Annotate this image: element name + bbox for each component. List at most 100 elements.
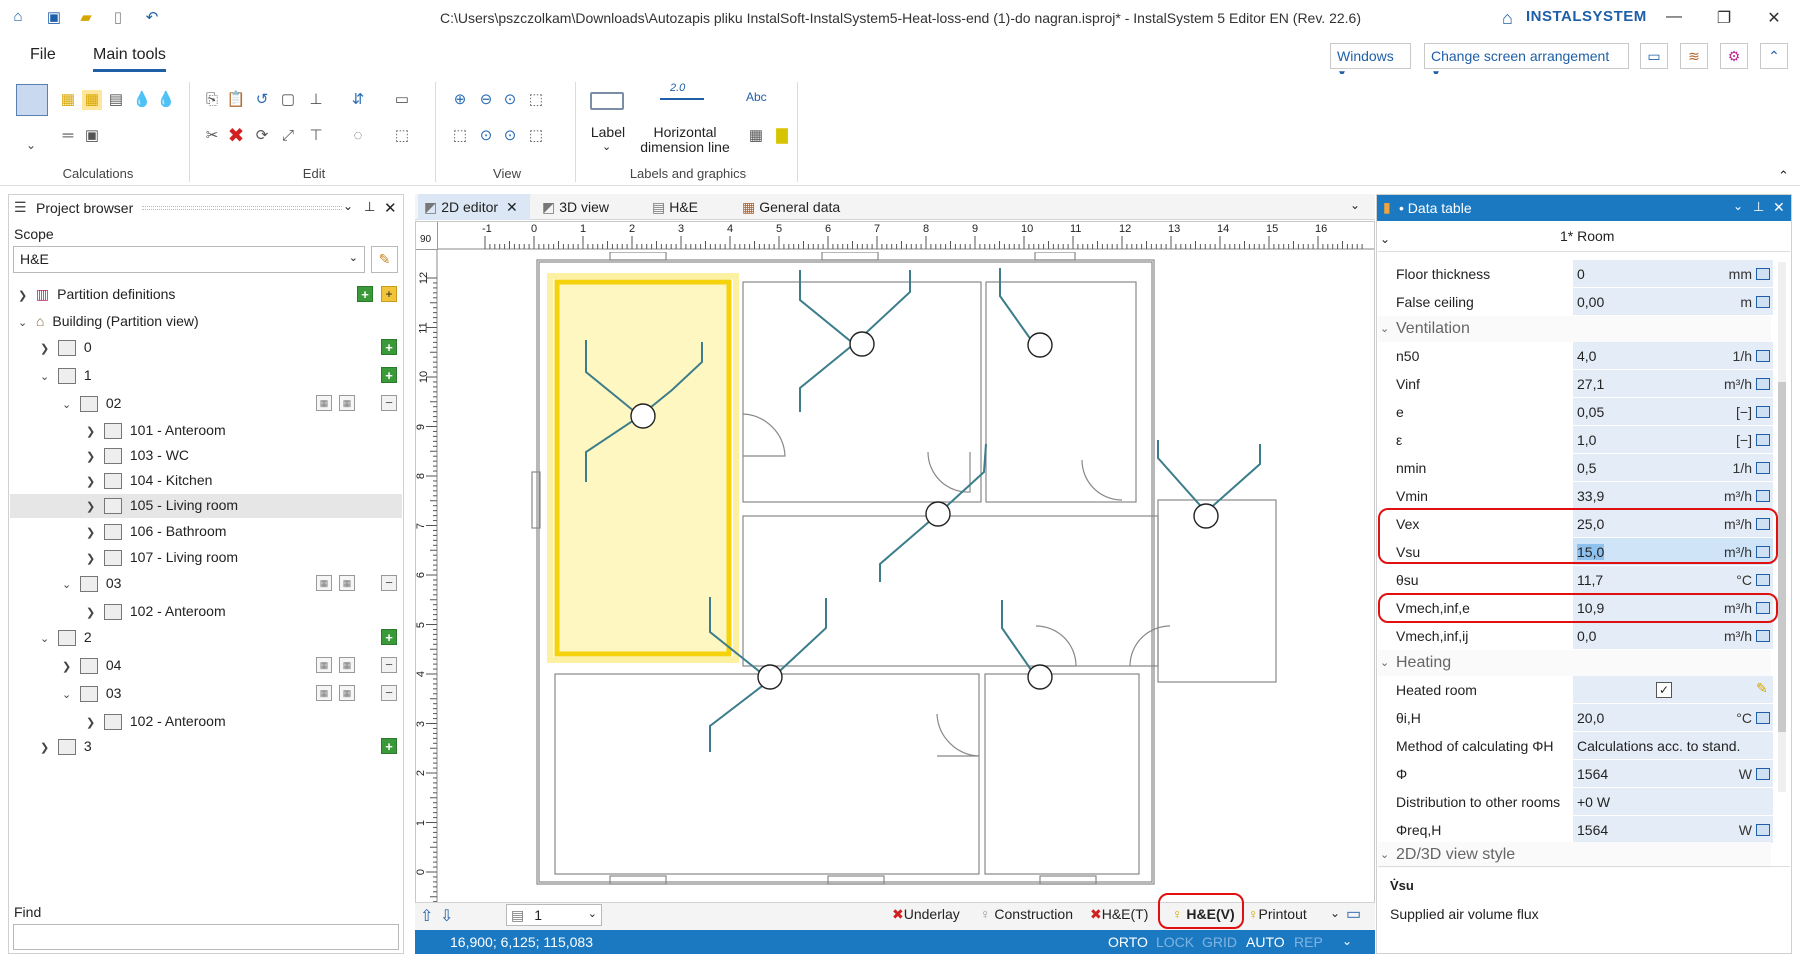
- zoom-all-icon[interactable]: ⊙: [500, 126, 520, 146]
- pin-icon[interactable]: ⊥: [1753, 199, 1764, 215]
- chevron-down-icon[interactable]: ⌄: [1330, 906, 1340, 920]
- horizontal-dimension-icon[interactable]: [660, 98, 704, 100]
- tree-item-partition-definitions[interactable]: ❯ ▥ Partition definitions: [18, 283, 175, 305]
- close-tab-icon[interactable]: ✕: [506, 199, 518, 215]
- equal-icon[interactable]: ═: [58, 126, 78, 146]
- frame-icon[interactable]: ▢: [278, 90, 298, 110]
- level-down-icon[interactable]: ⇩: [440, 906, 453, 926]
- chevron-down-icon[interactable]: ⌄: [1733, 199, 1743, 213]
- table-icon[interactable]: ▦: [746, 126, 766, 146]
- flat-settings-icon[interactable]: ▦: [339, 395, 355, 411]
- calc-icon[interactable]: [1756, 434, 1770, 446]
- app-icon[interactable]: ⌂: [8, 8, 28, 28]
- label-button[interactable]: Label: [584, 124, 632, 140]
- drop-icon[interactable]: 💧: [132, 90, 152, 110]
- add-icon[interactable]: +: [381, 738, 397, 754]
- section-heating[interactable]: ⌄ Heating: [1378, 650, 1771, 676]
- add-icon[interactable]: +: [381, 629, 397, 645]
- mode-orto[interactable]: ORTO: [1108, 934, 1148, 950]
- tree-item-flat[interactable]: ❯ 04: [62, 654, 121, 676]
- layer-underlay[interactable]: ✖Underlay: [892, 906, 960, 923]
- level-select[interactable]: ▤ 1 ⌄: [506, 904, 602, 926]
- tree-item-room-selected[interactable]: ❯ 105 - Living room: [86, 494, 238, 516]
- delete-icon[interactable]: ✖: [226, 126, 246, 146]
- add-icon[interactable]: +: [381, 367, 397, 383]
- tree-item-flat[interactable]: ⌄ 03: [62, 682, 121, 704]
- close-icon[interactable]: ✕: [384, 199, 397, 217]
- change-arrangement-dropdown[interactable]: Change screen arrangement ▼: [1424, 43, 1629, 80]
- chevron-down-icon[interactable]: ⌄: [1342, 934, 1352, 948]
- layer-construction[interactable]: ♀ Construction: [980, 906, 1073, 922]
- zoom-previous-icon[interactable]: ⊙: [476, 126, 496, 146]
- flat-options-icon[interactable]: ▦: [316, 657, 332, 673]
- chevron-down-icon[interactable]: ⌄: [26, 138, 36, 152]
- paste-icon[interactable]: 📋: [226, 90, 246, 110]
- tree-item-level[interactable]: ❯ 3: [40, 735, 92, 757]
- pan-icon[interactable]: ⬚: [526, 126, 546, 146]
- add-icon[interactable]: +: [381, 339, 397, 355]
- tree-item-room[interactable]: ❯ 103 - WC: [86, 444, 189, 466]
- restore-icon[interactable]: ❐: [1714, 8, 1734, 28]
- chevron-down-icon[interactable]: ⌄: [1350, 198, 1360, 212]
- section-view-style[interactable]: ⌄ 2D/3D view style: [1378, 842, 1771, 868]
- minimize-icon[interactable]: —: [1664, 8, 1684, 26]
- align-bottom-icon[interactable]: ⊤: [306, 126, 326, 146]
- section-ventilation[interactable]: ⌄ Ventilation: [1378, 316, 1771, 342]
- drop-icon[interactable]: 💧: [156, 90, 176, 110]
- heated-room-checkbox[interactable]: ✓: [1656, 682, 1672, 698]
- remove-icon[interactable]: −: [381, 395, 397, 411]
- select-icon[interactable]: ⬚: [392, 126, 412, 146]
- mode-auto[interactable]: AUTO: [1246, 934, 1285, 950]
- zoom-out-icon[interactable]: ⊖: [476, 90, 496, 110]
- drag-grip[interactable]: [142, 206, 342, 210]
- zoom-window-icon[interactable]: ⬚: [526, 90, 546, 110]
- align-icon[interactable]: ⊥: [306, 90, 326, 110]
- undo-icon[interactable]: ↶: [142, 8, 162, 28]
- tree-item-flat[interactable]: ⌄ 03: [62, 572, 121, 594]
- remove-icon[interactable]: −: [381, 575, 397, 591]
- zoom-selection-icon[interactable]: ⬚: [450, 126, 470, 146]
- mode-grid[interactable]: GRID: [1202, 934, 1237, 950]
- calc-icon[interactable]: [1756, 378, 1770, 390]
- new-file-icon[interactable]: ▯: [108, 8, 128, 28]
- copy-icon[interactable]: ⎘: [202, 90, 222, 110]
- tree-item-level[interactable]: ⌄ 1: [40, 364, 92, 386]
- edit-scope-pencil-icon[interactable]: ✎: [371, 246, 398, 273]
- tree-item-level[interactable]: ❯ 0: [40, 336, 92, 358]
- flat-options-icon[interactable]: ▦: [316, 685, 332, 701]
- prop-value-cell[interactable]: Calculations acc. to stand.: [1573, 732, 1773, 760]
- calculation-table-icon[interactable]: [16, 84, 48, 116]
- calc-icon[interactable]: [1756, 462, 1770, 474]
- replace-icon[interactable]: ⟳: [252, 126, 272, 146]
- calc-icon[interactable]: [1756, 350, 1770, 362]
- menu-file[interactable]: File: [30, 46, 56, 64]
- horizontal-dimension-label-2[interactable]: dimension line: [636, 139, 734, 155]
- cut-icon[interactable]: ✂: [202, 126, 222, 146]
- collapse-ribbon-icon[interactable]: ⌃: [1760, 43, 1788, 69]
- edit-pencil-icon[interactable]: ✎: [1756, 680, 1768, 697]
- calc-icon[interactable]: [1756, 574, 1770, 586]
- label-icon[interactable]: [590, 92, 624, 110]
- chevron-down-icon[interactable]: ⌄: [18, 312, 32, 334]
- mode-rep[interactable]: REP: [1294, 934, 1323, 950]
- pin-icon[interactable]: ⊥: [364, 199, 375, 215]
- menu-main-tools[interactable]: Main tools: [93, 46, 166, 72]
- chevron-down-icon[interactable]: ⌄: [1380, 232, 1390, 246]
- settings-icon[interactable]: ⚙: [1720, 43, 1748, 69]
- close-icon[interactable]: ✕: [1773, 199, 1785, 216]
- calc-icon[interactable]: [1756, 768, 1770, 780]
- resize-icon[interactable]: ⤢: [278, 126, 298, 146]
- room-icon[interactable]: ▤: [106, 90, 126, 110]
- monitor-icon[interactable]: ▭: [1640, 43, 1668, 69]
- find-input[interactable]: [13, 924, 399, 950]
- tab-3d-view[interactable]: ◩ 3D view: [536, 194, 615, 220]
- calc-icon[interactable]: [1756, 296, 1770, 308]
- calc-icon[interactable]: [1756, 824, 1770, 836]
- close-window-icon[interactable]: ✕: [1764, 8, 1784, 28]
- zoom-in-icon[interactable]: ⊕: [450, 90, 470, 110]
- heating-icon[interactable]: ▦: [58, 90, 78, 110]
- wall-icon[interactable]: ▭: [392, 90, 412, 110]
- remove-icon[interactable]: −: [381, 657, 397, 673]
- level-up-icon[interactable]: ⇧: [420, 906, 433, 926]
- scrollbar-thumb[interactable]: [1778, 382, 1786, 732]
